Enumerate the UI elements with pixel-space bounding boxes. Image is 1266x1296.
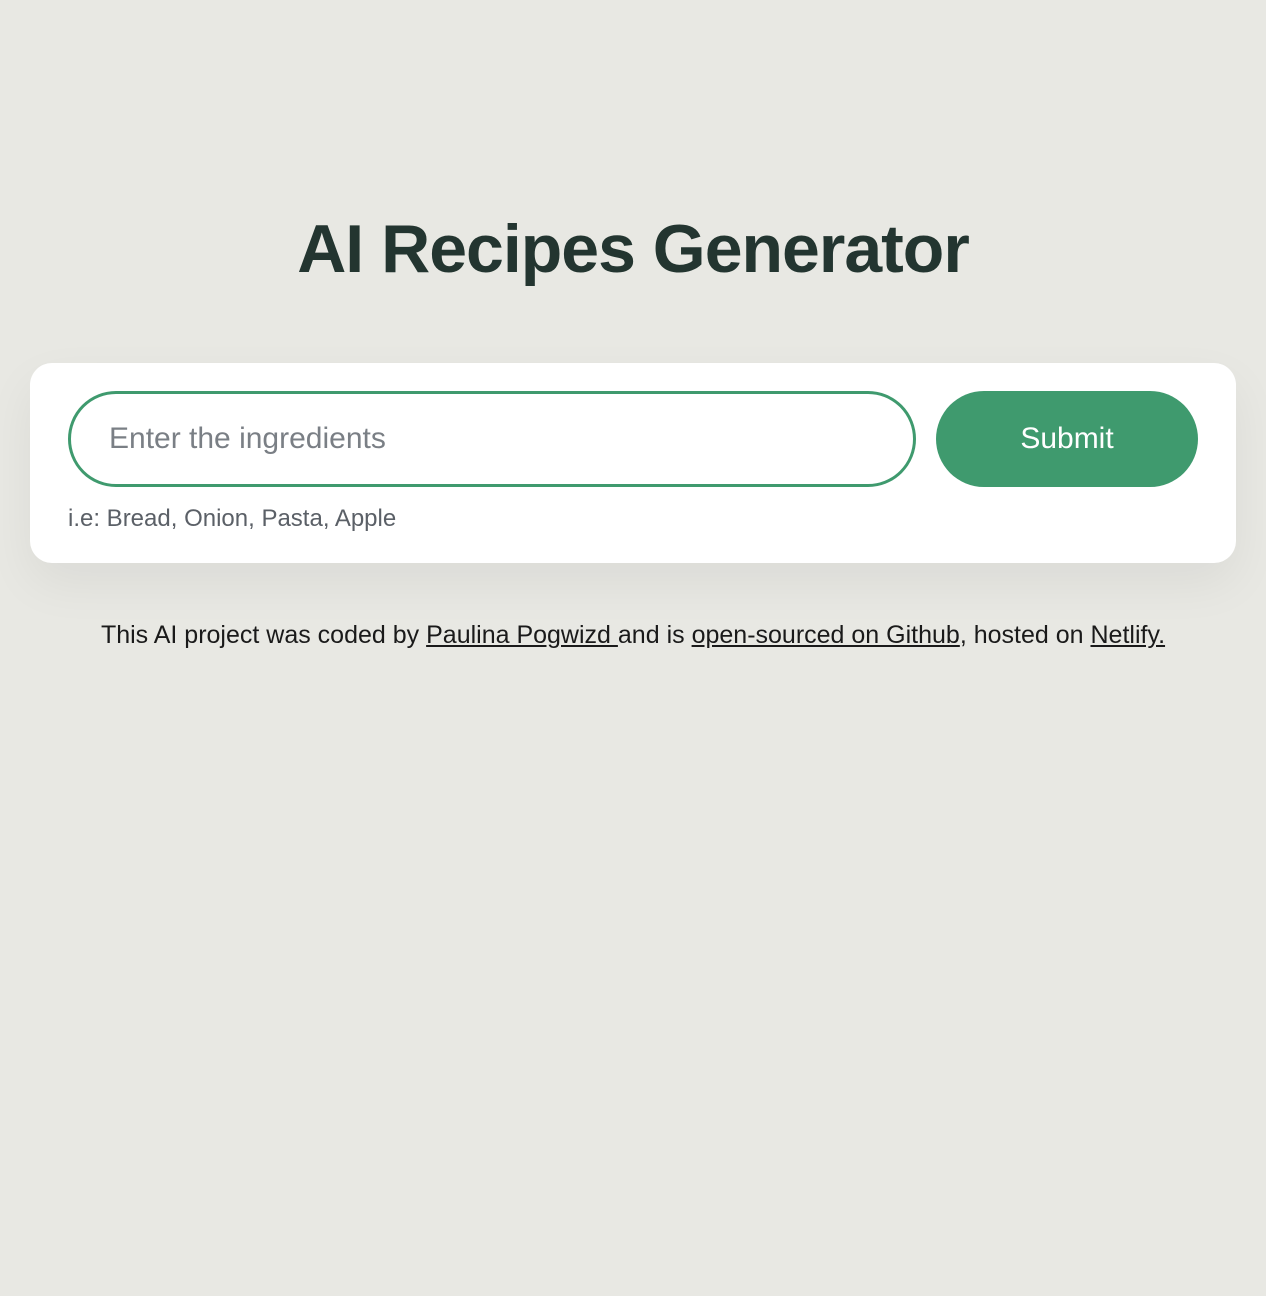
ingredients-input[interactable] <box>68 391 916 487</box>
footer: This AI project was coded by Paulina Pog… <box>30 621 1236 650</box>
github-link[interactable]: open-sourced on Github <box>692 621 960 649</box>
author-link[interactable]: Paulina Pogwizd <box>426 621 618 649</box>
footer-text-mid2: , hosted on <box>960 621 1091 649</box>
footer-text-mid1: and is <box>618 621 692 649</box>
page-title: AI Recipes Generator <box>30 210 1236 288</box>
hint-text: i.e: Bread, Onion, Pasta, Apple <box>68 505 1198 533</box>
submit-button[interactable]: Submit <box>936 391 1198 487</box>
host-link[interactable]: Netlify. <box>1090 621 1165 649</box>
footer-text-prefix: This AI project was coded by <box>101 621 426 649</box>
form-row: Submit <box>68 391 1198 487</box>
search-card: Submit i.e: Bread, Onion, Pasta, Apple <box>30 363 1236 563</box>
